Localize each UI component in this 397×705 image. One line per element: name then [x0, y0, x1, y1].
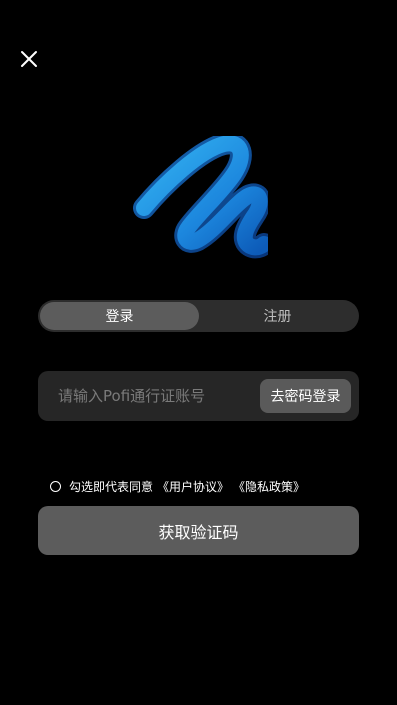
pofi-logo	[130, 132, 275, 260]
account-input-row: 去密码登录	[38, 371, 359, 421]
tab-register[interactable]: 注册	[198, 302, 357, 330]
privacy-policy-link[interactable]: 《隐私政策》	[233, 478, 305, 495]
account-input[interactable]	[38, 371, 253, 421]
password-login-button[interactable]: 去密码登录	[260, 379, 351, 413]
agreement-text: 勾选即代表同意	[69, 480, 154, 494]
user-agreement-link[interactable]: 《用户协议》	[157, 478, 229, 495]
agreement-row: 勾选即代表同意 《用户协议》 《隐私政策》	[50, 478, 305, 495]
close-button[interactable]	[18, 48, 40, 70]
tab-login[interactable]: 登录	[40, 302, 199, 330]
radio-unchecked-icon[interactable]	[50, 481, 61, 492]
close-icon	[21, 51, 37, 67]
get-verification-code-button[interactable]: 获取验证码	[38, 506, 359, 555]
login-register-switch: 登录 注册	[38, 300, 359, 332]
